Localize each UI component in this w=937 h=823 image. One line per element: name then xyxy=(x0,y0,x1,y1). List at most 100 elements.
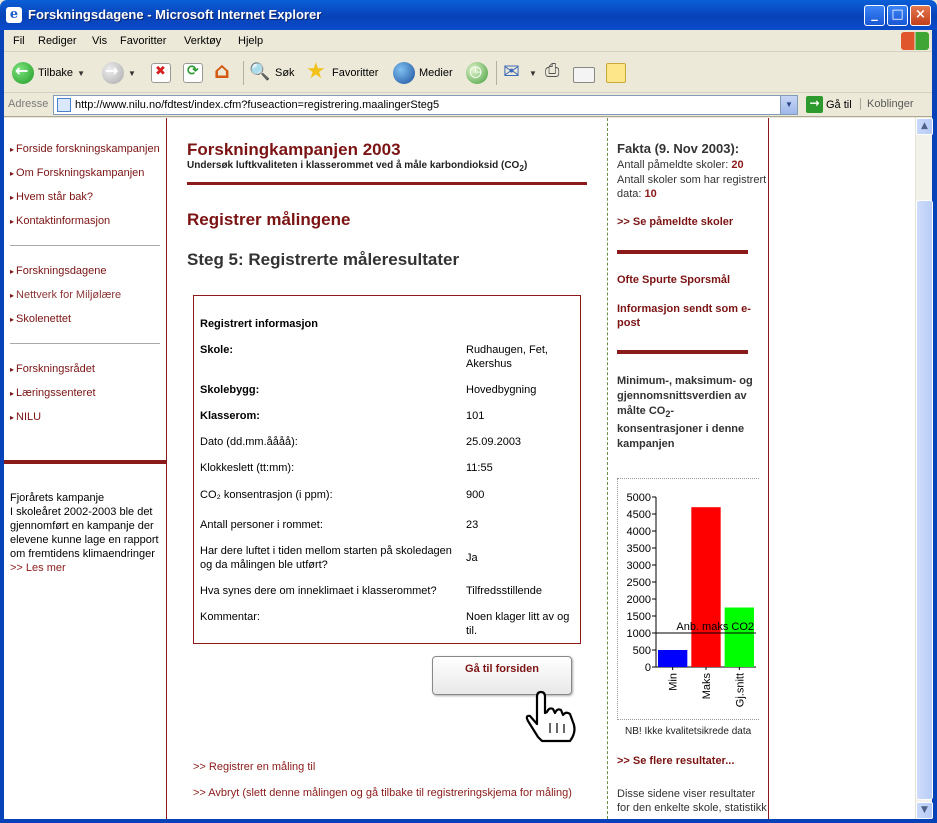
vertical-scrollbar[interactable]: ▲ ▼ xyxy=(915,118,933,819)
favorites-button[interactable]: Favoritter xyxy=(306,59,378,86)
info-value: Hovedbygning xyxy=(466,384,537,396)
menu-file[interactable]: Fil xyxy=(13,35,25,47)
nav-link-laeringssenteret[interactable]: Læringssenteret xyxy=(10,387,96,399)
info-label: Kommentar: xyxy=(200,611,260,623)
nav-link-om[interactable]: Om Forskningskampanjen xyxy=(10,167,144,179)
search-button[interactable]: Søk xyxy=(249,60,295,86)
section-heading: Registrer målingene xyxy=(187,210,351,229)
address-label: Adresse xyxy=(8,98,49,110)
info-label: Hva synes dere om inneklimaet i klassero… xyxy=(200,585,437,597)
promo-box: Fjorårets kampanje I skoleåret 2002-2003… xyxy=(10,491,164,575)
forward-dropdown-icon[interactable]: ▼ xyxy=(128,69,136,78)
fact-registered-schools: Antall påmeldte skoler: 20 xyxy=(617,158,767,172)
address-bar: Adresse http://www.nilu.no/fdtest/index.… xyxy=(0,93,937,117)
y-tick-label: 500 xyxy=(633,645,651,657)
scroll-thumb[interactable] xyxy=(916,200,933,800)
mail-dropdown-icon[interactable]: ▼ xyxy=(529,69,537,78)
back-dropdown-icon[interactable]: ▼ xyxy=(77,69,85,78)
promo-text: Fjorårets kampanje I skoleåret 2002-2003… xyxy=(10,492,159,560)
info-label: Dato (dd.mm.åååå): xyxy=(200,436,298,448)
star-icon xyxy=(306,59,328,84)
links-toolbar[interactable]: Koblinger xyxy=(860,98,913,110)
sidebar-rule xyxy=(617,350,748,354)
window-border-bottom xyxy=(0,819,937,823)
reference-line-label: Anb. maks CO2 xyxy=(676,621,754,633)
fact-label: Antall skoler som har registrert data: xyxy=(617,174,767,200)
x-tick-label: Maks xyxy=(701,673,713,700)
nav-link-forskningsradet[interactable]: Forskningsrådet xyxy=(10,363,95,375)
go-label: Gå til xyxy=(826,98,852,111)
edit-button[interactable] xyxy=(573,60,595,86)
data-disclaimer: NB! Ikke kvalitetsikrede data xyxy=(625,726,752,737)
forward-arrow-icon xyxy=(102,61,124,84)
co2-chart: 0 500 1000 1500 2000 2500 3000 3500 4000 4500 5000… xyxy=(617,478,759,720)
maximize-button[interactable]: □ xyxy=(887,5,908,26)
see-schools-link[interactable]: >> Se påmeldte skoler xyxy=(617,215,757,229)
scroll-up-icon[interactable]: ▲ xyxy=(916,118,933,135)
see-more-results-link[interactable]: >> Se flere resultater... xyxy=(617,754,757,768)
nav-link-nilu[interactable]: NILU xyxy=(10,411,41,423)
menu-bar: Fil Rediger Vis Favoritter Verktøy Hjelp xyxy=(0,30,937,52)
discuss-button[interactable] xyxy=(606,60,626,86)
stop-button[interactable] xyxy=(151,60,171,86)
mail-button[interactable]: ▼ xyxy=(503,59,537,86)
nav-link-forskningsdagene[interactable]: Forskningsdagene xyxy=(10,265,107,277)
step-heading: Steg 5: Registrerte måleresultater xyxy=(187,250,460,269)
info-label: Har dere luftet i tiden mellom starten p… xyxy=(200,545,452,571)
title-rule xyxy=(187,182,587,185)
info-value: 23 xyxy=(466,519,479,531)
back-button[interactable]: Tilbake ▼ xyxy=(12,60,85,86)
y-tick-label: 3500 xyxy=(627,543,651,555)
media-button[interactable]: Medier xyxy=(393,60,453,86)
info-label: Antall personer i rommet: xyxy=(200,519,323,531)
page-viewport: Forside forskningskampanjen Om Forskning… xyxy=(4,118,915,819)
print-button[interactable] xyxy=(543,60,565,86)
nav-link-miljolare[interactable]: Nettverk for Miljølære xyxy=(10,289,121,301)
nav-link-hvem[interactable]: Hvem står bak? xyxy=(10,191,93,203)
address-input[interactable]: http://www.nilu.no/fdtest/index.cfm?fuse… xyxy=(53,95,798,115)
y-tick-label: 5000 xyxy=(627,492,651,504)
nav-link-kontakt[interactable]: Kontaktinformasjon xyxy=(10,215,110,227)
sidebar-rule xyxy=(617,250,748,254)
info-value: Rudhaugen, Fet, Akershus xyxy=(466,344,548,370)
forward-button[interactable]: ▼ xyxy=(102,60,136,86)
refresh-button[interactable] xyxy=(183,60,203,86)
nav-divider xyxy=(10,245,160,246)
y-tick-label: 0 xyxy=(645,662,651,674)
info-value: Tilfredsstillende xyxy=(466,585,543,597)
menu-edit[interactable]: Rediger xyxy=(38,35,77,47)
read-more-link[interactable]: >> Les mer xyxy=(10,561,164,575)
ie-e-icon: e xyxy=(6,7,22,23)
fact-value: 20 xyxy=(731,159,744,171)
scroll-down-icon[interactable]: ▼ xyxy=(916,802,933,819)
history-button[interactable] xyxy=(466,60,488,86)
minimize-button[interactable]: _ xyxy=(864,5,885,26)
close-button[interactable]: × xyxy=(910,5,931,26)
home-icon xyxy=(213,59,235,84)
info-value: 101 xyxy=(466,410,485,422)
info-label: Skole: xyxy=(200,344,234,356)
home-button[interactable] xyxy=(213,59,235,86)
faq-link[interactable]: Ofte Spurte Sporsmål xyxy=(617,273,757,287)
go-button[interactable]: → Gå til xyxy=(806,96,852,113)
info-value: 25.09.2003 xyxy=(466,436,522,448)
address-url[interactable]: http://www.nilu.no/fdtest/index.cfm?fuse… xyxy=(75,99,439,111)
search-icon xyxy=(249,62,271,84)
y-tick-label: 2000 xyxy=(627,594,651,606)
note-icon xyxy=(606,63,626,83)
subtitle-text: Undersøk luftkvaliteten i klasserommet v… xyxy=(187,160,520,171)
address-dropdown-icon[interactable]: ▼ xyxy=(780,96,797,114)
facts-title: Fakta (9. Nov 2003): xyxy=(617,141,740,156)
nav-link-skolenettet[interactable]: Skolenettet xyxy=(10,313,71,325)
cancel-link[interactable]: >> Avbryt (slett denne målingen og gå ti… xyxy=(193,787,572,799)
email-info-link[interactable]: Informasjon sendt som e-post xyxy=(617,302,757,330)
menu-favorites[interactable]: Favoritter xyxy=(120,35,166,47)
registered-info-box: Registrert informasjon Skole: Rudhaugen,… xyxy=(193,295,581,644)
page-title: Forskningkampanjen 2003 xyxy=(187,140,401,159)
menu-help[interactable]: Hjelp xyxy=(238,35,263,47)
register-another-link[interactable]: >> Registrer en måling til xyxy=(193,761,315,773)
info-value: Ja xyxy=(466,552,478,564)
menu-view[interactable]: Vis xyxy=(92,35,107,47)
nav-link-forside[interactable]: Forside forskningskampanjen xyxy=(10,143,160,155)
menu-tools[interactable]: Verktøy xyxy=(184,35,221,47)
